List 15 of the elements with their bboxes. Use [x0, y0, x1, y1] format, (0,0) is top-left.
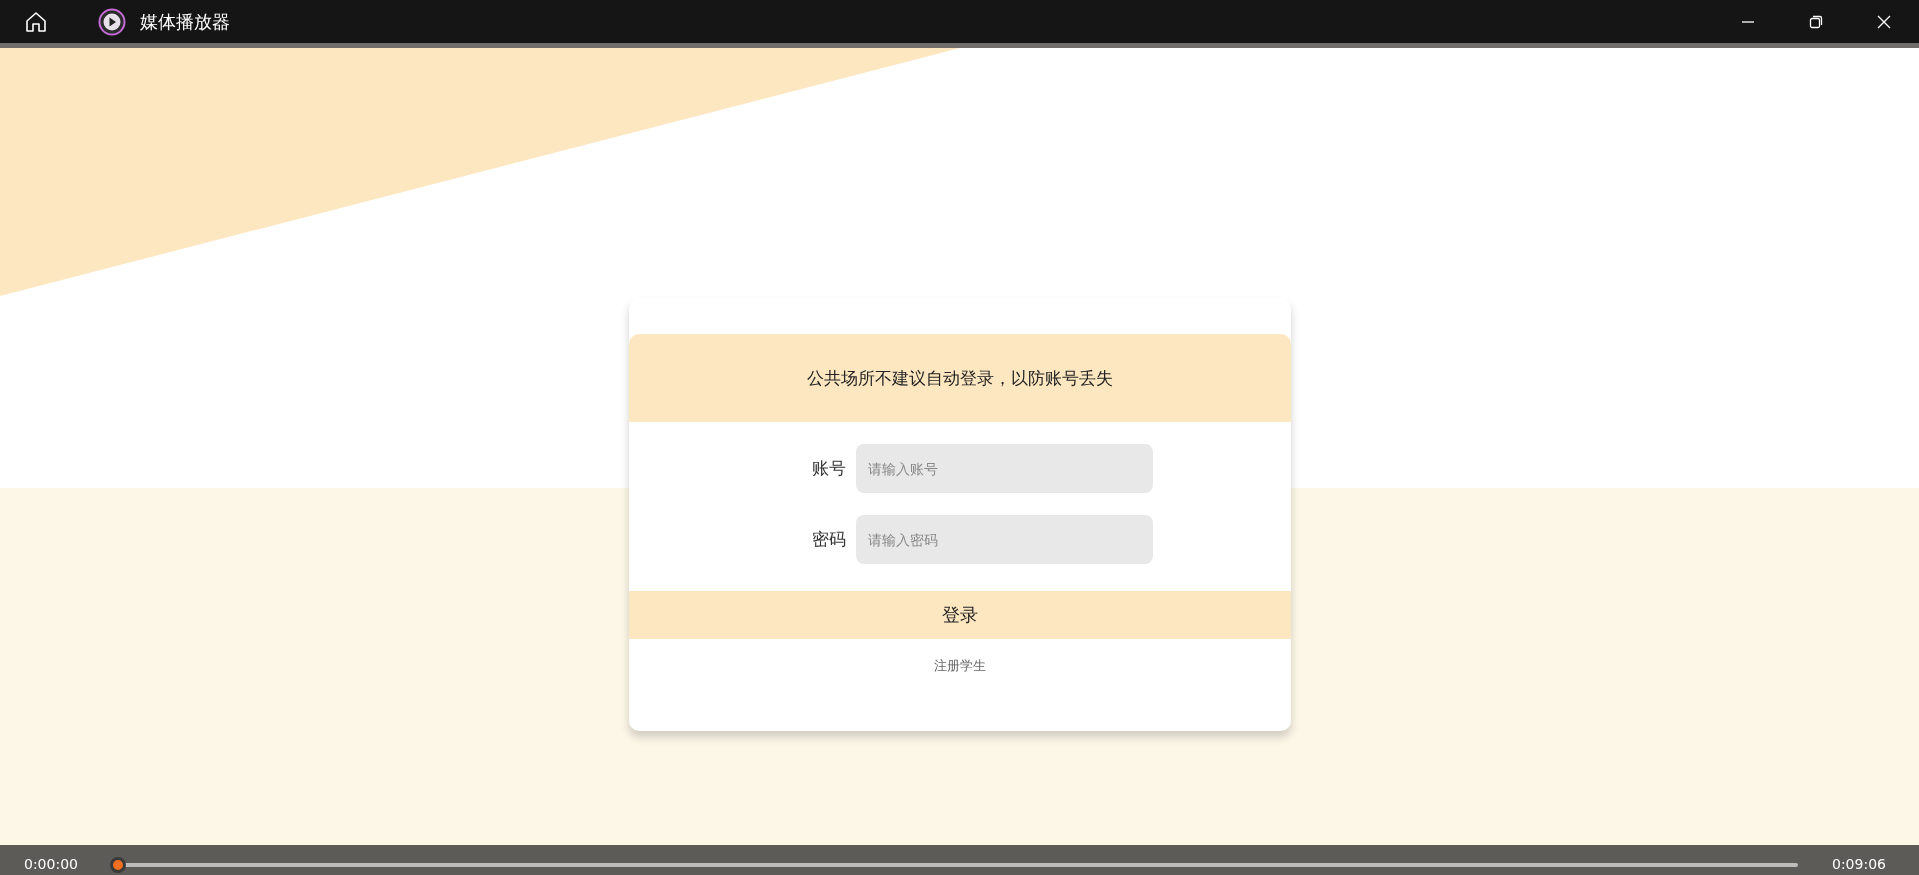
- field-label: 账号: [811, 457, 846, 480]
- home-icon[interactable]: [24, 9, 48, 34]
- input-field[interactable]: 请输入账号: [856, 444, 1153, 493]
- slider-thumb[interactable]: [110, 857, 126, 873]
- restore-icon[interactable]: [1808, 13, 1824, 30]
- play-icon: [98, 7, 126, 36]
- window-title: 媒体播放器: [140, 9, 230, 34]
- register-link[interactable]: 注册学生: [933, 657, 986, 675]
- login-button[interactable]: 登录: [628, 591, 1291, 639]
- close-icon[interactable]: [1876, 13, 1892, 30]
- field-label: 密码: [811, 528, 846, 551]
- notice-text: 公共场所不建议自动登录，以防账号丢失: [806, 366, 1113, 390]
- elapsed-time: 0:00:00: [24, 856, 78, 872]
- input-field[interactable]: 请输入密码: [856, 515, 1153, 564]
- total-time: 0:09:06: [1832, 856, 1886, 872]
